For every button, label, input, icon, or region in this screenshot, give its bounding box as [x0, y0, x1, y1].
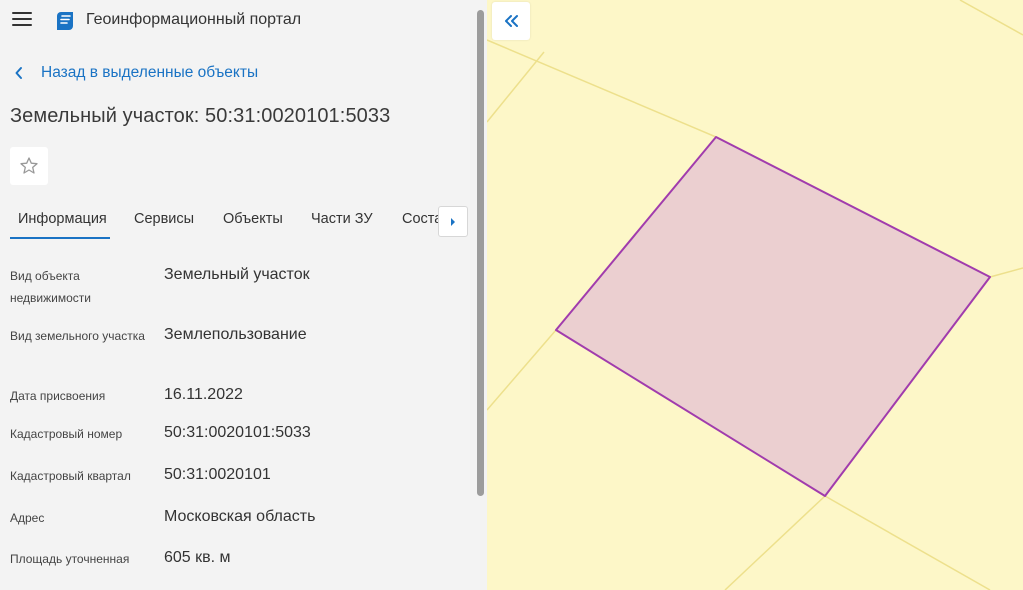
- app-header: Геоинформационный портал: [0, 0, 470, 42]
- attr-value-assign-date: 16.11.2022: [164, 386, 243, 403]
- attr-label-parcel-type: Вид земельного участка: [10, 329, 145, 343]
- tab-information[interactable]: Информация: [18, 211, 107, 227]
- hamburger-menu-icon[interactable]: [12, 12, 32, 28]
- back-link-label: Назад в выделенные объекты: [41, 64, 259, 81]
- attr-label-cadastral-quarter: Кадастровый квартал: [10, 469, 131, 483]
- tab-parcel-parts[interactable]: Части ЗУ: [311, 211, 373, 227]
- attr-label-cadastral-number: Кадастровый номер: [10, 427, 123, 441]
- map-view[interactable]: [487, 0, 1023, 590]
- tab-services[interactable]: Сервисы: [134, 211, 194, 227]
- attr-value-cadastral-number: 50:31:0020101:5033: [164, 424, 311, 441]
- active-tab-indicator: [10, 237, 110, 239]
- panel-scrollbar[interactable]: [477, 10, 484, 496]
- attr-value-cadastral-quarter: 50:31:0020101: [164, 466, 271, 483]
- map-canvas[interactable]: [487, 0, 1023, 590]
- land-parcel-polygon[interactable]: [555, 136, 991, 497]
- tab-objects[interactable]: Объекты: [223, 211, 283, 227]
- chevron-left-icon: [15, 67, 22, 79]
- caret-right-icon: [451, 217, 455, 226]
- info-panel: Геоинформационный портал Назад в выделен…: [0, 0, 487, 590]
- favorite-button[interactable]: [10, 147, 48, 185]
- attr-value-address: Московская область: [164, 508, 316, 525]
- attr-value-parcel-type: Землепользование: [164, 326, 307, 343]
- object-title: Земельный участок: 50:31:0020101:5033: [10, 105, 391, 127]
- tabs-scroll-right-button[interactable]: [438, 206, 468, 237]
- back-link[interactable]: Назад в выделенные объекты: [14, 64, 258, 82]
- attr-value-area: 605 кв. м: [164, 549, 231, 566]
- tab-bar: Информация Сервисы Объекты Части ЗУ Сост…: [0, 198, 470, 242]
- attr-label-area: Площадь уточненная: [10, 552, 130, 566]
- portal-logo-icon: [57, 12, 73, 30]
- app-title: Геоинформационный портал: [86, 11, 302, 28]
- star-icon: [20, 157, 38, 174]
- double-chevron-left-icon: [505, 15, 518, 27]
- attr-label-address: Адрес: [10, 511, 45, 525]
- attr-label-object-type: Вид объекта недвижимости: [10, 269, 91, 305]
- collapse-panel-button[interactable]: [492, 2, 530, 40]
- attr-value-object-type: Земельный участок: [164, 266, 310, 283]
- attr-label-assign-date: Дата присвоения: [10, 389, 106, 403]
- tab-composition[interactable]: Соста: [402, 211, 442, 227]
